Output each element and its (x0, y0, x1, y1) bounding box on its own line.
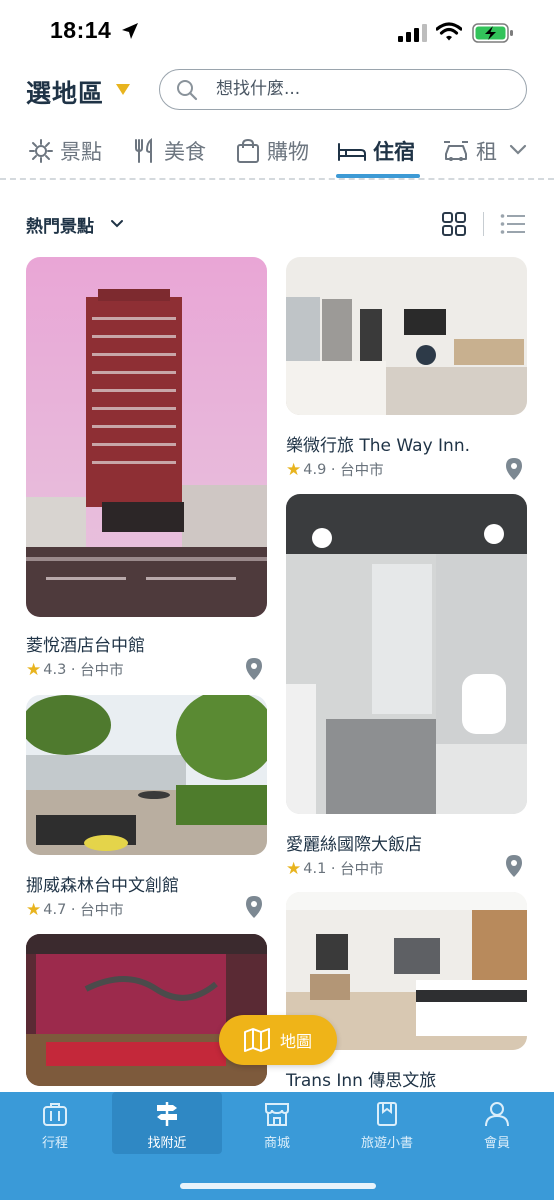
search-bar[interactable] (159, 69, 527, 110)
meta-separator: · (70, 901, 76, 918)
hotel-photo (26, 695, 267, 855)
hotel-meta: ★ 4.3 · 台中市 (26, 659, 124, 680)
hotel-card[interactable]: 挪威森林台中文創館 ★ 4.7 · 台中市 (26, 695, 267, 925)
star-icon: ★ (26, 899, 42, 920)
food-icon (135, 138, 152, 163)
map-pin-icon[interactable] (505, 854, 523, 878)
star-icon: ★ (286, 858, 302, 879)
search-input[interactable] (216, 76, 506, 102)
cellular-signal-icon (398, 24, 427, 42)
hotel-city: 台中市 (340, 862, 384, 878)
hotel-photo (26, 934, 267, 1086)
nav-label: 商城 (263, 1136, 290, 1151)
store-icon (265, 1103, 289, 1126)
chevron-down-icon[interactable] (508, 140, 528, 160)
tab-rental[interactable]: 租 (442, 134, 497, 168)
map-icon (243, 1028, 270, 1052)
tab-food[interactable]: 美食 (132, 134, 206, 168)
nav-travel-book[interactable]: 旅遊小書 (332, 1092, 442, 1154)
hotel-name[interactable]: 菱悅酒店台中館 (26, 631, 145, 656)
tab-shopping[interactable]: 購物 (235, 134, 309, 168)
hotel-meta: ★ 4.9 · 台中市 (286, 459, 384, 480)
region-selector[interactable]: 選地區 (26, 74, 104, 110)
hotel-meta: ★ 4.7 · 台中市 (26, 899, 124, 920)
hotel-card[interactable] (26, 934, 267, 1092)
hotel-name[interactable]: 愛麗絲國際大飯店 (286, 830, 422, 855)
hotel-card[interactable]: 愛麗絲國際大飯店 ★ 4.1 · 台中市 (286, 494, 527, 884)
tab-lodging[interactable]: 住宿 (337, 134, 415, 168)
member-icon (485, 1102, 509, 1127)
hotel-city: 台中市 (340, 463, 384, 479)
active-tab-indicator (336, 174, 420, 178)
meta-separator: · (70, 661, 76, 678)
tab-label: 美食 (164, 140, 206, 164)
hotel-name[interactable]: 挪威森林台中文創館 (26, 871, 179, 896)
star-icon: ★ (26, 659, 42, 680)
hotel-rating: 4.3 (43, 661, 67, 678)
star-icon: ★ (286, 459, 302, 480)
battery-charging-icon (472, 23, 513, 43)
nav-label: 行程 (41, 1136, 68, 1151)
nav-itinerary[interactable]: 行程 (0, 1092, 110, 1154)
tab-attractions[interactable]: 景點 (28, 134, 102, 168)
map-view-button[interactable]: 地圖 (219, 1015, 337, 1065)
hotel-city: 台中市 (80, 663, 124, 679)
meta-separator: · (330, 860, 336, 877)
nav-label: 找附近 (147, 1136, 187, 1151)
location-arrow-icon (122, 23, 138, 39)
nav-member[interactable]: 會員 (442, 1092, 552, 1154)
hotel-name[interactable]: 樂微行旅 The Way Inn. (286, 431, 470, 456)
hotel-meta: ★ 4.1 · 台中市 (286, 858, 384, 879)
hotel-rating: 4.1 (303, 860, 327, 877)
hotel-photo (286, 494, 527, 814)
tab-label: 租 (476, 140, 497, 164)
map-pin-icon[interactable] (505, 457, 523, 481)
category-tabs: 景點 美食 購物 住宿 租 (0, 128, 554, 180)
status-time: 18:14 (50, 17, 112, 43)
status-bar: 18:14 (0, 0, 554, 64)
meta-separator: · (330, 461, 336, 478)
home-indicator (180, 1183, 376, 1189)
nav-label: 會員 (483, 1136, 510, 1151)
hotel-rating: 4.9 (303, 461, 327, 478)
attraction-icon (29, 139, 53, 163)
signpost-icon (157, 1102, 177, 1126)
hotel-photo (286, 257, 527, 415)
nav-store[interactable]: 商城 (222, 1092, 332, 1154)
tab-label: 住宿 (373, 140, 415, 164)
map-pin-icon[interactable] (245, 657, 263, 681)
hotel-city: 台中市 (80, 903, 124, 919)
wifi-icon (436, 22, 462, 41)
itinerary-icon (43, 1103, 67, 1126)
map-pin-icon[interactable] (245, 895, 263, 919)
shopping-bag-icon (237, 138, 259, 163)
hotel-card[interactable]: 樂微行旅 The Way Inn. ★ 4.9 · 台中市 (286, 257, 527, 487)
chevron-down-icon[interactable] (110, 217, 124, 231)
grid-view-icon[interactable] (442, 212, 466, 236)
hotel-rating: 4.7 (43, 901, 67, 918)
map-button-label: 地圖 (279, 1032, 312, 1051)
tab-label: 購物 (267, 140, 309, 164)
travel-book-icon (377, 1102, 397, 1126)
bed-icon (338, 143, 366, 161)
nav-nearby[interactable]: 找附近 (112, 1092, 222, 1154)
search-icon (177, 80, 198, 101)
region-caret-icon[interactable] (116, 84, 130, 95)
view-toggle-divider (483, 212, 484, 236)
hotel-name[interactable]: Trans Inn 傳思文旅 (286, 1066, 436, 1091)
car-rental-icon (444, 141, 468, 161)
list-view-icon[interactable] (500, 213, 526, 235)
top-header: 選地區 (0, 64, 554, 116)
hotel-photo (26, 257, 267, 617)
hotel-card[interactable]: 菱悅酒店台中館 ★ 4.3 · 台中市 (26, 257, 267, 687)
sort-dropdown[interactable]: 熱門景點 (26, 212, 94, 237)
tab-label: 景點 (60, 140, 102, 164)
nav-label: 旅遊小書 (360, 1136, 413, 1151)
